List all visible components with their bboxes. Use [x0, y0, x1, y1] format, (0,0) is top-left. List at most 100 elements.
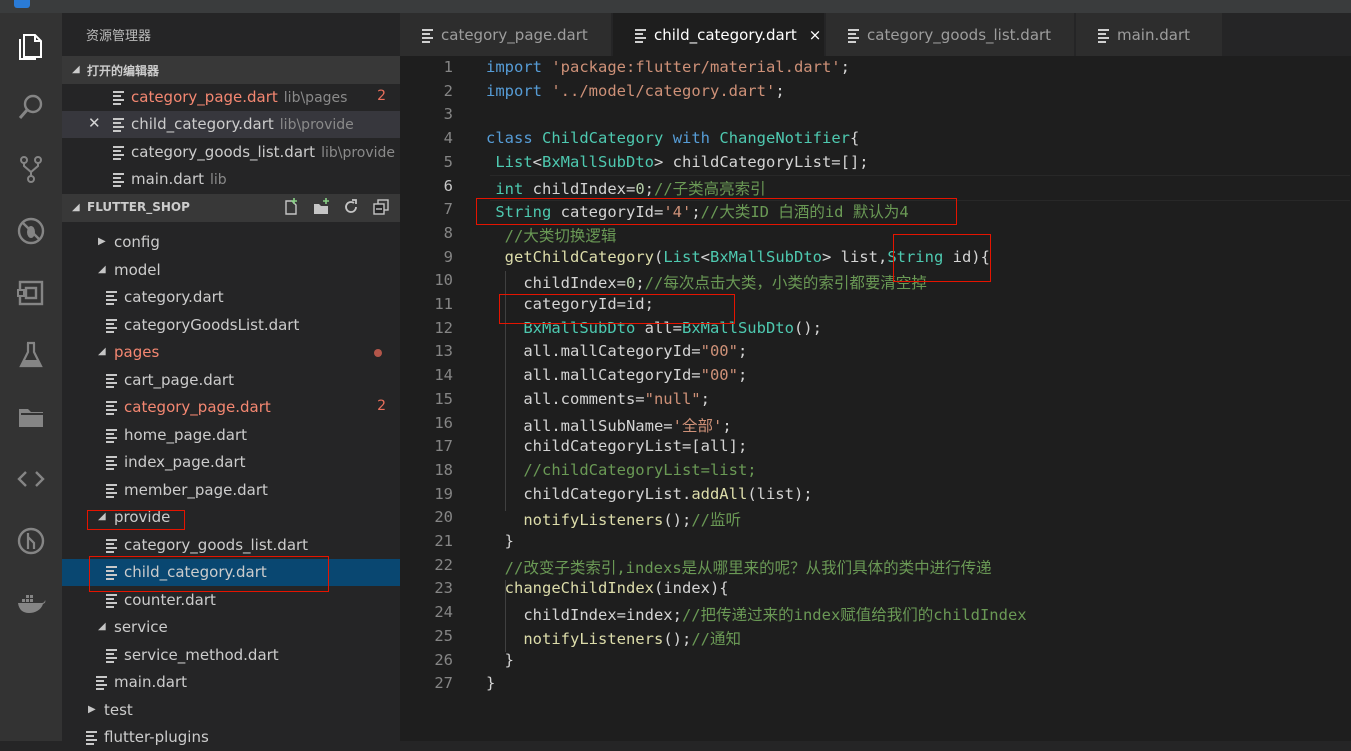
code-text: changeChildIndex(index){ — [486, 579, 729, 597]
code-line[interactable]: 27} — [400, 672, 1351, 696]
code-text: int childIndex=0;//子类高亮索引 — [486, 177, 765, 199]
code-token: class — [486, 129, 533, 148]
code-line[interactable]: 14 all.mallCategoryId="00"; — [400, 364, 1351, 388]
code-line[interactable]: 5 List<BxMallSubDto> childCategoryList=[… — [400, 151, 1351, 175]
file-path: lib\provide — [279, 117, 354, 133]
open-editors-header[interactable]: ◢ 打开的编辑器 — [62, 56, 400, 84]
code-token: changeChildIndex — [504, 579, 654, 598]
file-icon — [106, 648, 117, 663]
tree-folder[interactable]: ▶ config — [62, 229, 400, 256]
line-number: 25 — [434, 626, 453, 645]
file-name: child_category.dart — [131, 115, 274, 133]
tree-folder[interactable]: ◢ pages — [62, 339, 400, 366]
line-number: 21 — [434, 532, 453, 550]
close-icon[interactable]: ✕ — [88, 114, 101, 132]
tab-category-goods-list[interactable]: category_goods_list.dart — [826, 13, 1074, 56]
code-line[interactable]: 8 //大类切换逻辑 — [400, 222, 1351, 246]
chevron-down-icon: ◢ — [98, 621, 106, 632]
tree-file[interactable]: home_page.dart — [62, 422, 400, 449]
tree-file[interactable]: index_page.dart — [62, 449, 400, 476]
collapse-arrow-icon: ◢ — [72, 202, 80, 213]
code-line[interactable]: 6 int childIndex=0;//子类高亮索引 — [400, 175, 1351, 199]
code-line[interactable]: 2 import '../model/category.dart'; — [400, 80, 1351, 104]
testing-flask-icon[interactable] — [11, 335, 51, 375]
line-number: 22 — [434, 555, 453, 574]
code-line[interactable]: 26 } — [400, 649, 1351, 673]
code-line[interactable]: 15 all.comments="null"; — [400, 388, 1351, 412]
tree-file[interactable]: member_page.dart — [62, 477, 400, 504]
code-line[interactable]: 21 } — [400, 530, 1351, 554]
code-line[interactable]: 18 //childCategoryList=list; — [400, 459, 1351, 483]
code-token: notifyListeners — [523, 629, 664, 648]
problem-count-badge: 2 — [377, 398, 386, 414]
line-number: 5 — [443, 152, 453, 171]
tab-category-page[interactable]: category_page.dart — [400, 13, 611, 56]
docker-icon[interactable] — [11, 583, 51, 623]
open-editor-item[interactable]: ✕ child_category.dart lib\provide — [62, 111, 400, 138]
code-text: all.mallCategoryId="00"; — [486, 342, 747, 360]
tree-folder[interactable]: ▶ test — [62, 697, 400, 724]
tab-main[interactable]: main.dart — [1076, 13, 1222, 56]
project-label: FLUTTER_SHOP — [87, 200, 190, 214]
collapse-all-icon[interactable] — [372, 198, 390, 216]
new-folder-icon[interactable] — [312, 198, 330, 216]
project-header[interactable]: ◢ FLUTTER_SHOP — [62, 194, 400, 222]
tree-file[interactable]: flutter-plugins — [62, 724, 400, 751]
code-line[interactable]: 22 //改变子类索引,indexs是从哪里来的呢？从我们具体的类中进行传递 — [400, 554, 1351, 578]
file-path: lib — [210, 172, 227, 188]
explorer-icon[interactable] — [11, 25, 51, 65]
extensions-icon[interactable] — [11, 273, 51, 313]
tree-folder[interactable]: ◢ model — [62, 257, 400, 284]
tree-file[interactable]: category.dart — [62, 284, 400, 311]
tree-file[interactable]: cart_page.dart — [62, 367, 400, 394]
new-file-icon[interactable] — [282, 198, 300, 216]
git-graph-icon[interactable] — [11, 521, 51, 561]
tree-file[interactable]: main.dart — [62, 669, 400, 696]
code-line[interactable]: 9 getChildCategory(List<BxMallSubDto> li… — [400, 246, 1351, 270]
code-line[interactable]: 16 all.mallSubName='全部'; — [400, 412, 1351, 436]
line-number: 10 — [434, 271, 453, 290]
code-line[interactable]: 10 childIndex=0;//每次点击大类，小类的索引都要清空掉 — [400, 269, 1351, 293]
open-editor-item[interactable]: category_goods_list.dart lib\provide — [62, 139, 400, 166]
code-text: import '../model/category.dart'; — [486, 82, 785, 100]
code-token: childIndex= — [486, 274, 626, 293]
annotation-box — [499, 294, 735, 324]
code-line[interactable]: 1 import 'package:flutter/material.dart'; — [400, 56, 1351, 80]
code-line[interactable]: 20 notifyListeners();//监听 — [400, 506, 1351, 530]
code-text: all.mallSubName='全部'; — [486, 414, 731, 436]
code-editor[interactable]: 1 import 'package:flutter/material.dart';… — [400, 56, 1351, 741]
code-line[interactable]: 13 all.mallCategoryId="00"; — [400, 340, 1351, 364]
tree-file[interactable]: service_method.dart — [62, 642, 400, 669]
code-brackets-icon[interactable] — [11, 459, 51, 499]
chevron-right-icon: ▶ — [98, 236, 106, 247]
code-line[interactable]: 24 childIndex=index;//把传递过来的index赋值给我们的c… — [400, 601, 1351, 625]
tab-child-category[interactable]: child_category.dart × — [613, 13, 824, 56]
debug-icon[interactable] — [11, 211, 51, 251]
code-token: ; — [737, 342, 748, 361]
code-line[interactable]: 25 notifyListeners();//通知 — [400, 625, 1351, 649]
close-tab-icon[interactable]: × — [809, 26, 822, 44]
tree-file[interactable]: categoryGoodsList.dart — [62, 312, 400, 339]
code-line[interactable]: 3 — [400, 103, 1351, 127]
file-icon — [106, 401, 117, 415]
code-line[interactable]: 23 changeChildIndex(index){ — [400, 577, 1351, 601]
tree-file[interactable]: category_goods_list.dart — [62, 532, 400, 559]
tree-folder[interactable]: ◢ service — [62, 614, 400, 641]
tree-file[interactable]: category_page.dart 2 — [62, 394, 400, 421]
code-text: notifyListeners();//通知 — [486, 627, 741, 649]
code-line[interactable]: 4 class ChildCategory with ChangeNotifier… — [400, 127, 1351, 151]
search-icon[interactable] — [11, 87, 51, 127]
file-icon — [106, 373, 117, 388]
refresh-icon[interactable] — [342, 198, 360, 216]
code-line[interactable]: 19 childCategoryList.addAll(list); — [400, 483, 1351, 507]
open-editor-item[interactable]: main.dart lib — [62, 166, 400, 193]
file-icon — [1098, 28, 1109, 43]
source-control-icon[interactable] — [11, 149, 51, 189]
code-line[interactable]: 17 childCategoryList=[all]; — [400, 435, 1351, 459]
open-editor-item[interactable]: category_page.dart lib\pages 2 — [62, 84, 400, 111]
folder-icon[interactable] — [11, 397, 51, 437]
file-path: lib\provide — [321, 145, 396, 161]
